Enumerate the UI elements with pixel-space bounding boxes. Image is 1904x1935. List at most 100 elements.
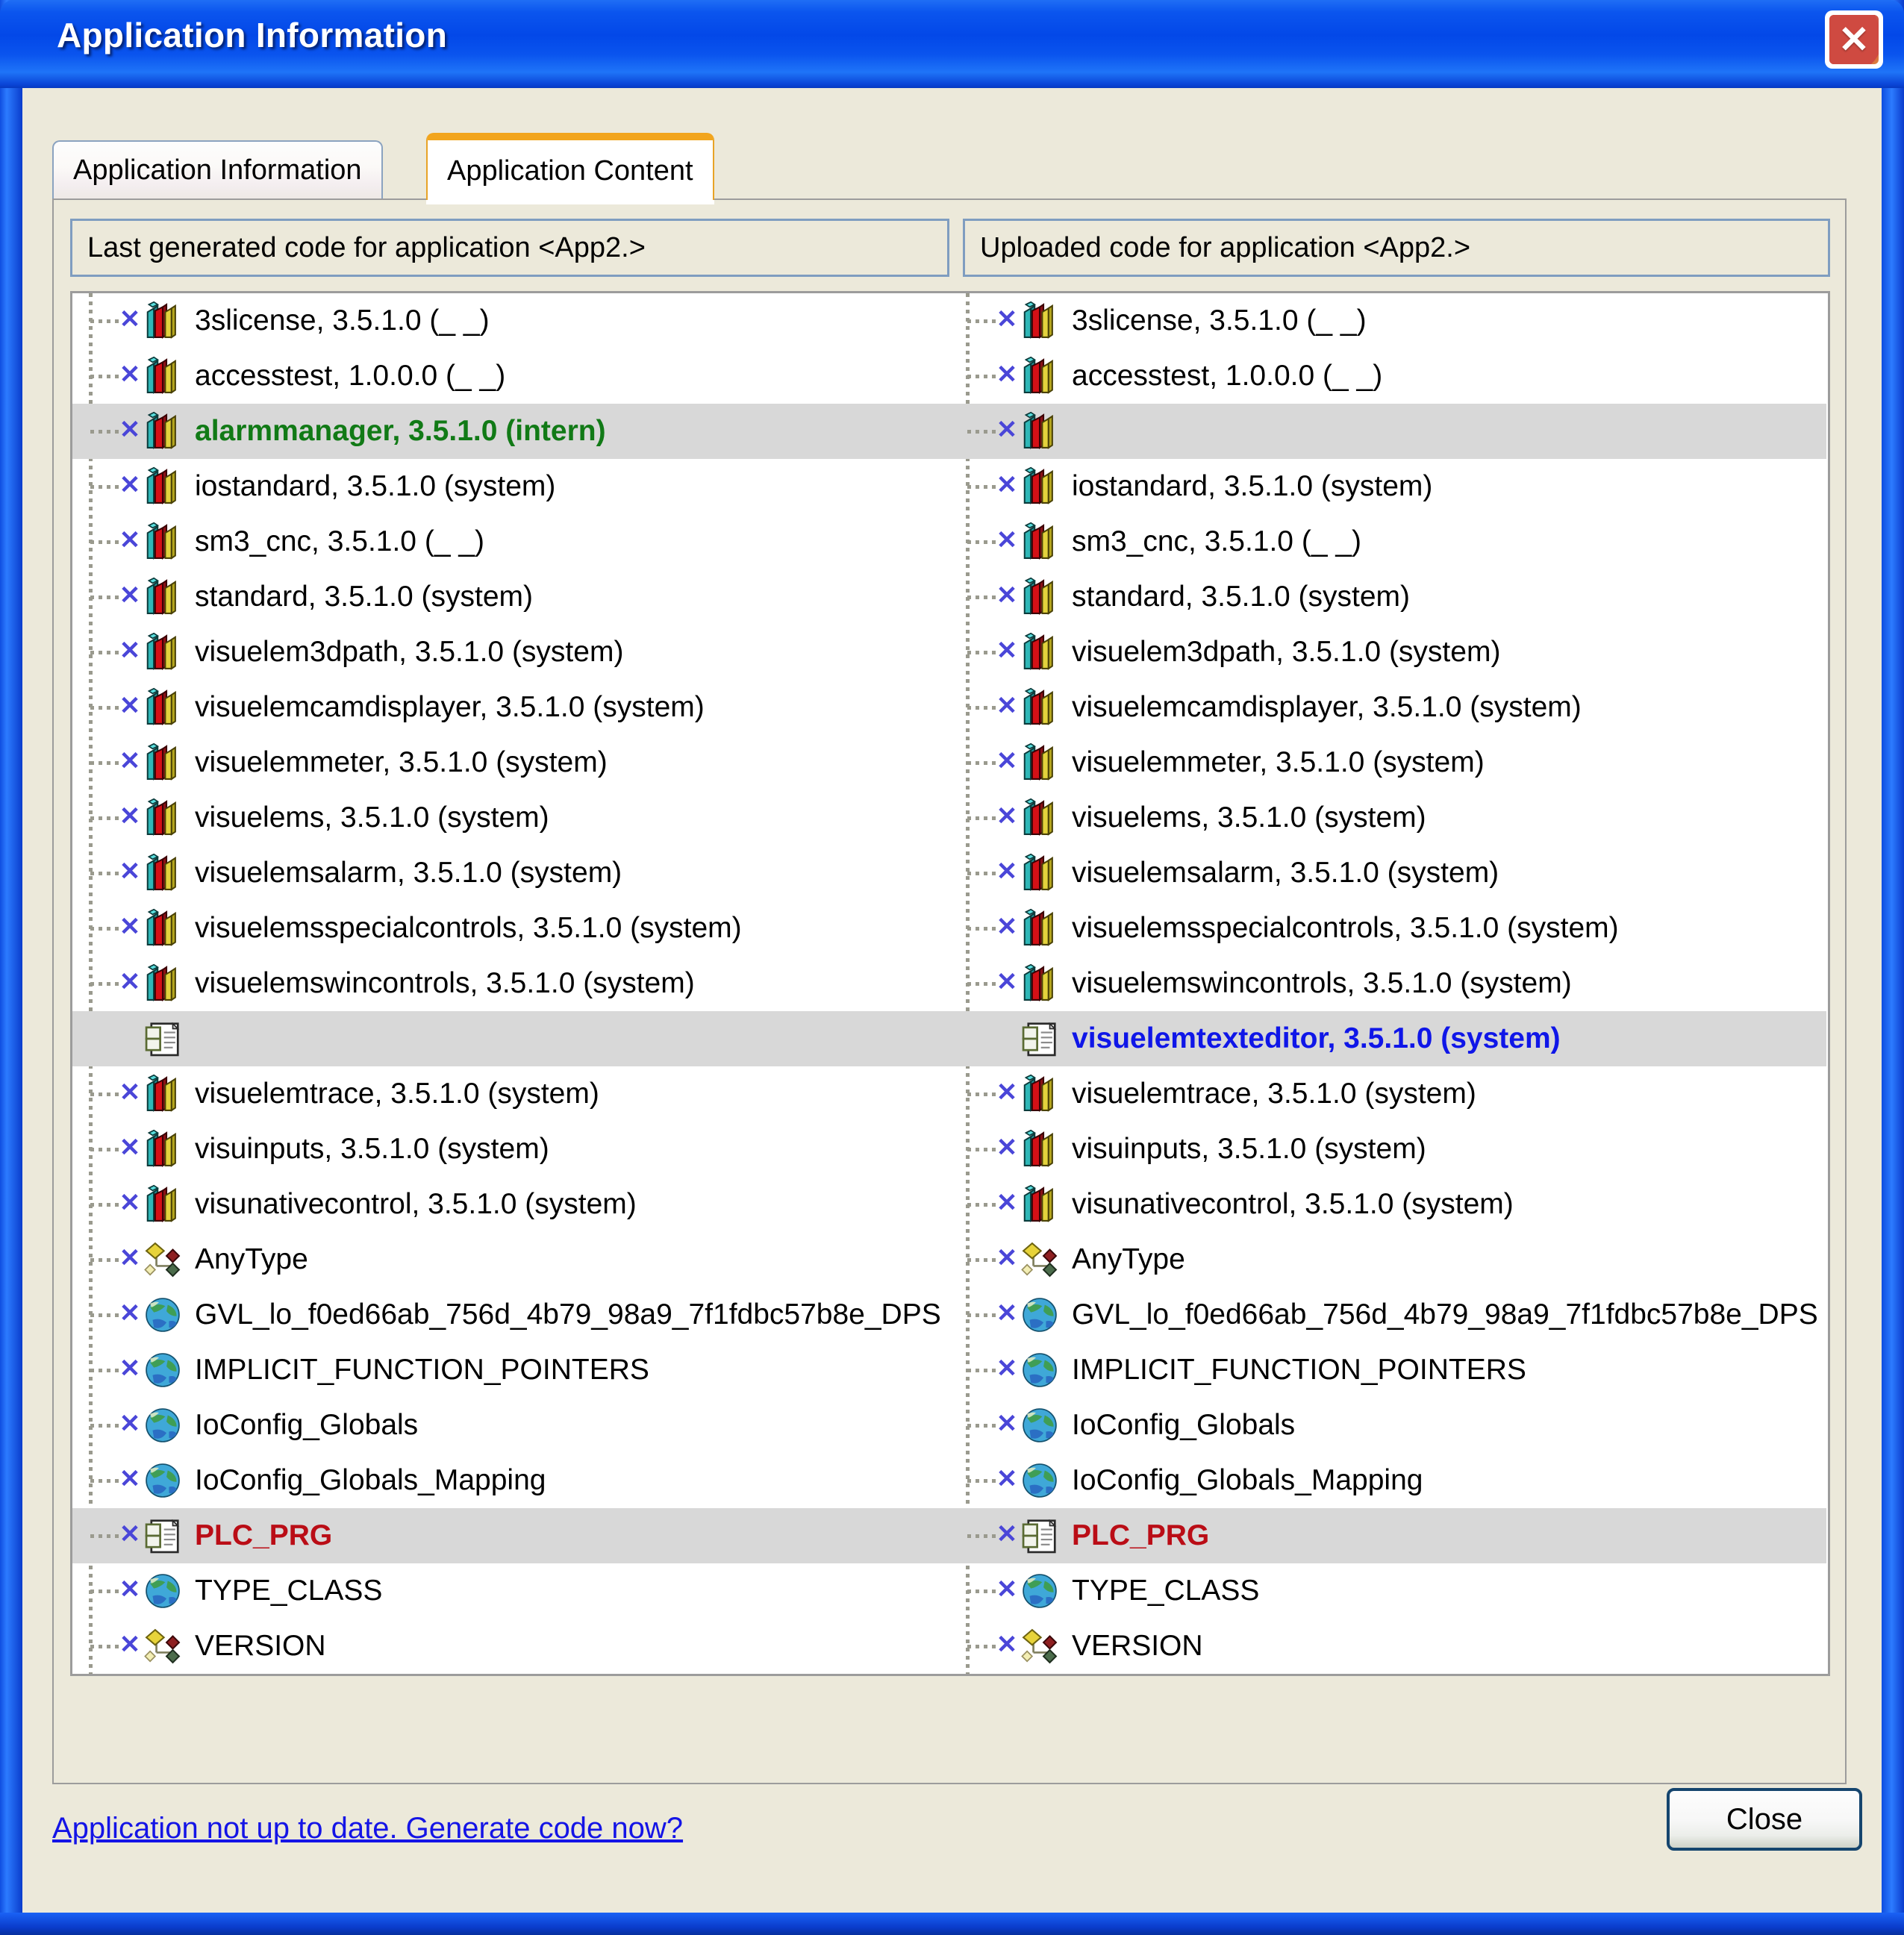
tree-row[interactable]: ✕ PLC_PRG: [72, 1508, 949, 1563]
tree-expander-x-icon[interactable]: ✕: [996, 1135, 1018, 1160]
tree-expander-x-icon[interactable]: ✕: [119, 1356, 141, 1381]
tree-row[interactable]: ✕ visuelems, 3.5.1.0 (system): [949, 790, 1826, 845]
tree-expander-x-icon[interactable]: ✕: [119, 528, 141, 553]
tree-row[interactable]: [72, 1011, 949, 1066]
tree-row[interactable]: ✕ iostandard, 3.5.1.0 (system): [949, 459, 1826, 514]
tree-expander-x-icon[interactable]: ✕: [996, 307, 1018, 332]
tree-expander-x-icon[interactable]: ✕: [996, 859, 1018, 884]
tree-expander-x-icon[interactable]: ✕: [119, 804, 141, 829]
tree-row[interactable]: ✕ AnyType: [949, 1232, 1826, 1287]
tree-row[interactable]: ✕ GVL_lo_f0ed66ab_756d_4b79_98a9_7f1fdbc5…: [949, 1287, 1826, 1342]
tree-expander-x-icon[interactable]: ✕: [119, 914, 141, 940]
tree-row[interactable]: ✕ TYPE_CLASS: [72, 1563, 949, 1619]
tree-expander-x-icon[interactable]: ✕: [996, 362, 1018, 387]
tree-expander-x-icon[interactable]: ✕: [119, 307, 141, 332]
tree-row[interactable]: ✕ visuelemtrace, 3.5.1.0 (system): [72, 1066, 949, 1122]
tree-expander-x-icon[interactable]: ✕: [119, 693, 141, 719]
tree-row[interactable]: ✕ visuinputs, 3.5.1.0 (system): [72, 1122, 949, 1177]
tree-expander-x-icon[interactable]: ✕: [119, 1411, 141, 1437]
tree-expander-x-icon[interactable]: ✕: [996, 1411, 1018, 1437]
tree-expander-x-icon[interactable]: ✕: [996, 914, 1018, 940]
tree-expander-x-icon[interactable]: ✕: [996, 804, 1018, 829]
tree-row[interactable]: ✕ TYPE_CLASS: [949, 1563, 1826, 1619]
tree-row[interactable]: ✕ alarmmanager, 3.5.1.0 (intern): [72, 404, 949, 459]
tree-expander-x-icon[interactable]: ✕: [119, 1632, 141, 1657]
tree-row[interactable]: ✕ visuelemmeter, 3.5.1.0 (system): [949, 735, 1826, 790]
tree-row[interactable]: ✕ visuelemsalarm, 3.5.1.0 (system): [72, 845, 949, 901]
tree-row[interactable]: ✕ visuelemsalarm, 3.5.1.0 (system): [949, 845, 1826, 901]
right-tree-column[interactable]: ✕ 3slicense, 3.5.1.0 (_ _) ✕ accesstest, 1.…: [949, 293, 1826, 1674]
tree-expander-x-icon[interactable]: ✕: [996, 417, 1018, 443]
tree-row[interactable]: ✕ IMPLICIT_FUNCTION_POINTERS: [949, 1342, 1826, 1398]
tab-application-content[interactable]: Application Content: [426, 133, 714, 204]
tree-row[interactable]: ✕ iostandard, 3.5.1.0 (system): [72, 459, 949, 514]
tree-expander-x-icon[interactable]: ✕: [996, 472, 1018, 498]
tree-row[interactable]: ✕ visuelemsspecialcontrols, 3.5.1.0 (syst…: [949, 901, 1826, 956]
tree-row[interactable]: ✕ visuelemswincontrols, 3.5.1.0 (system): [949, 956, 1826, 1011]
tree-expander-x-icon[interactable]: ✕: [996, 1301, 1018, 1326]
tree-expander-x-icon[interactable]: ✕: [119, 417, 141, 443]
tree-expander-x-icon[interactable]: ✕: [119, 859, 141, 884]
tree-expander-x-icon[interactable]: ✕: [119, 472, 141, 498]
left-tree-column[interactable]: ✕ 3slicense, 3.5.1.0 (_ _) ✕ accesstest, 1.…: [72, 293, 949, 1674]
tree-row[interactable]: ✕ VERSION: [949, 1619, 1826, 1674]
close-button[interactable]: Close: [1667, 1788, 1862, 1851]
tree-expander-x-icon[interactable]: ✕: [119, 1301, 141, 1326]
tree-row[interactable]: ✕ visuelem3dpath, 3.5.1.0 (system): [72, 625, 949, 680]
tree-row[interactable]: ✕ visunativecontrol, 3.5.1.0 (system): [949, 1177, 1826, 1232]
tree-row[interactable]: ✕ sm3_cnc, 3.5.1.0 (_ _): [949, 514, 1826, 569]
close-window-icon[interactable]: ✕: [1825, 10, 1883, 69]
tree-row[interactable]: ✕ visuelemmeter, 3.5.1.0 (system): [72, 735, 949, 790]
tree-expander-x-icon[interactable]: ✕: [119, 1466, 141, 1492]
tree-row[interactable]: ✕ visuinputs, 3.5.1.0 (system): [949, 1122, 1826, 1177]
tree-row[interactable]: ✕ IoConfig_Globals_Mapping: [72, 1453, 949, 1508]
tree-row[interactable]: ✕ VERSION: [72, 1619, 949, 1674]
tree-row[interactable]: visuelemtexteditor, 3.5.1.0 (system): [949, 1011, 1826, 1066]
tree-expander-x-icon[interactable]: ✕: [996, 1466, 1018, 1492]
tree-expander-x-icon[interactable]: ✕: [996, 1245, 1018, 1271]
tree-row[interactable]: ✕ visuelems, 3.5.1.0 (system): [72, 790, 949, 845]
tree-expander-x-icon[interactable]: ✕: [996, 1632, 1018, 1657]
tree-expander-x-icon[interactable]: ✕: [996, 528, 1018, 553]
tree-expander-x-icon[interactable]: ✕: [119, 362, 141, 387]
tree-row[interactable]: ✕ visuelemcamdisplayer, 3.5.1.0 (system): [949, 680, 1826, 735]
tree-expander-x-icon[interactable]: ✕: [996, 583, 1018, 608]
tree-row[interactable]: ✕ standard, 3.5.1.0 (system): [949, 569, 1826, 625]
tree-row[interactable]: ✕ PLC_PRG: [949, 1508, 1826, 1563]
tree-expander-x-icon[interactable]: ✕: [996, 1577, 1018, 1602]
tree-expander-x-icon[interactable]: ✕: [996, 1522, 1018, 1547]
tree-expander-x-icon[interactable]: ✕: [119, 1577, 141, 1602]
tree-row[interactable]: ✕ visuelemtrace, 3.5.1.0 (system): [949, 1066, 1826, 1122]
tree-expander-x-icon[interactable]: ✕: [119, 638, 141, 663]
tree-expander-x-icon[interactable]: ✕: [119, 1080, 141, 1105]
tree-row[interactable]: ✕ accesstest, 1.0.0.0 (_ _): [949, 348, 1826, 404]
tree-expander-x-icon[interactable]: ✕: [119, 1135, 141, 1160]
tree-expander-x-icon[interactable]: ✕: [996, 1080, 1018, 1105]
tree-expander-x-icon[interactable]: ✕: [119, 583, 141, 608]
tree-row[interactable]: ✕ IoConfig_Globals_Mapping: [949, 1453, 1826, 1508]
tree-row[interactable]: ✕ accesstest, 1.0.0.0 (_ _): [72, 348, 949, 404]
tab-application-information[interactable]: Application Information: [52, 140, 383, 200]
tree-row[interactable]: ✕ AnyType: [72, 1232, 949, 1287]
tree-row[interactable]: ✕ visuelemcamdisplayer, 3.5.1.0 (system): [72, 680, 949, 735]
tree-expander-x-icon[interactable]: ✕: [996, 693, 1018, 719]
tree-expander-x-icon[interactable]: ✕: [996, 748, 1018, 774]
tree-row[interactable]: ✕ IoConfig_Globals: [949, 1398, 1826, 1453]
tree-expander-x-icon[interactable]: ✕: [119, 1522, 141, 1547]
tree-expander-x-icon[interactable]: ✕: [996, 1190, 1018, 1216]
tree-expander-x-icon[interactable]: ✕: [119, 748, 141, 774]
tree-row[interactable]: ✕: [949, 404, 1826, 459]
tree-row[interactable]: ✕ IMPLICIT_FUNCTION_POINTERS: [72, 1342, 949, 1398]
tree-expander-x-icon[interactable]: ✕: [996, 638, 1018, 663]
tree-row[interactable]: ✕ standard, 3.5.1.0 (system): [72, 569, 949, 625]
tree-expander-x-icon[interactable]: ✕: [119, 969, 141, 995]
tree-row[interactable]: ✕ sm3_cnc, 3.5.1.0 (_ _): [72, 514, 949, 569]
tree-row[interactable]: ✕ IoConfig_Globals: [72, 1398, 949, 1453]
tree-expander-x-icon[interactable]: ✕: [996, 969, 1018, 995]
tree-row[interactable]: ✕ GVL_lo_f0ed66ab_756d_4b79_98a9_7f1fdbc5…: [72, 1287, 949, 1342]
tree-expander-x-icon[interactable]: ✕: [119, 1245, 141, 1271]
tree-expander-x-icon[interactable]: ✕: [996, 1356, 1018, 1381]
tree-row[interactable]: ✕ 3slicense, 3.5.1.0 (_ _): [72, 293, 949, 348]
tree-row[interactable]: ✕ visuelemsspecialcontrols, 3.5.1.0 (syst…: [72, 901, 949, 956]
tree-row[interactable]: ✕ visunativecontrol, 3.5.1.0 (system): [72, 1177, 949, 1232]
